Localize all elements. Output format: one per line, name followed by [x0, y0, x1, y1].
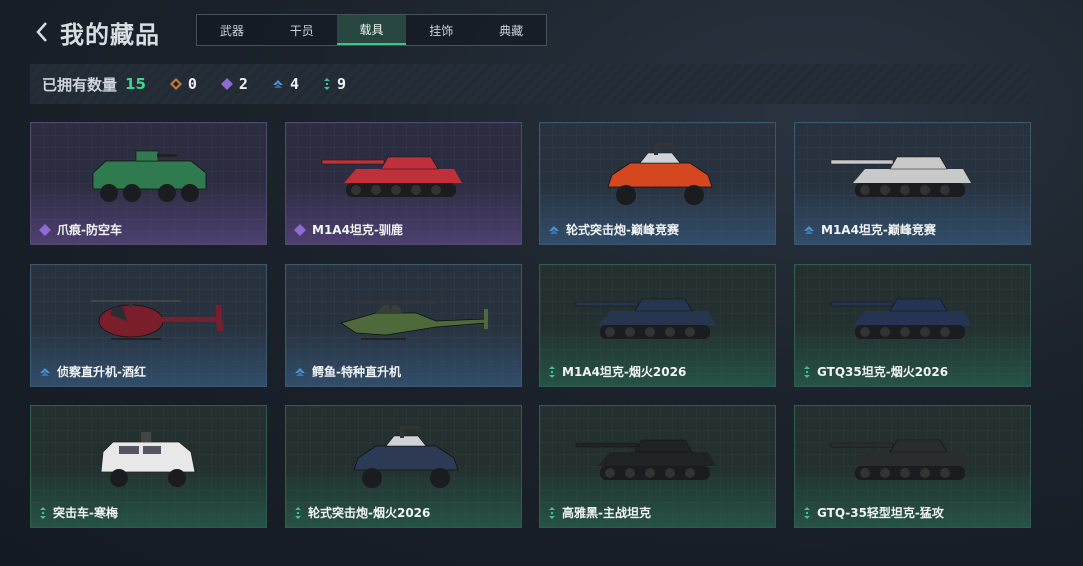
tank-image — [830, 298, 971, 339]
tier-stat-purple: 2 — [220, 75, 248, 93]
card-label: 侦察直升机-酒红 — [39, 363, 146, 380]
collection-card[interactable]: 突击车-寒梅 — [30, 405, 267, 528]
tab-charms[interactable]: 挂饰 — [406, 15, 476, 45]
green-dots-icon — [295, 506, 301, 519]
green-dots-icon — [804, 506, 810, 519]
card-label: 爪痕-防空车 — [39, 221, 122, 238]
tab-vehicles[interactable]: 载具 — [336, 15, 407, 45]
stats-bar: 已拥有数量 15 0 2 4 9 — [30, 64, 1030, 104]
card-name: M1A4坦克-驯鹿 — [312, 223, 403, 237]
attack-helicopter-image — [340, 302, 488, 340]
card-name: GTQ-35轻型坦克-猛攻 — [817, 506, 944, 520]
purple-diamond-icon — [39, 223, 51, 236]
collection-card[interactable]: 鳄鱼-特种直升机 — [285, 264, 522, 387]
collection-card[interactable]: M1A4坦克-巅峰竞赛 — [794, 122, 1031, 245]
collection-card[interactable]: 高雅黑-主战坦克 — [539, 405, 776, 528]
tier-count-purple: 2 — [238, 75, 248, 93]
orange-diamond-icon — [169, 78, 182, 90]
green-dots-icon — [804, 365, 810, 378]
collection-card[interactable]: M1A4坦克-烟火2026 — [539, 264, 776, 387]
blue-chevron-icon — [549, 225, 559, 234]
tank-image — [575, 298, 716, 339]
card-name: 突击车-寒梅 — [53, 506, 118, 520]
blue-chevron-icon — [295, 367, 305, 376]
tier-count-blue: 4 — [289, 75, 299, 93]
tier-count-orange: 0 — [187, 75, 197, 93]
card-label: 鳄鱼-特种直升机 — [294, 363, 401, 380]
tab-weapons[interactable]: 武器 — [197, 15, 267, 45]
tank-image — [575, 439, 716, 480]
collection-card[interactable]: 侦察直升机-酒红 — [30, 264, 267, 387]
owned-count: 15 — [125, 75, 146, 93]
header: 我的藏品 — [30, 12, 160, 52]
collection-card[interactable]: GTQ-35轻型坦克-猛攻 — [794, 405, 1031, 528]
card-label: GTQ35坦克-烟火2026 — [803, 363, 948, 380]
blue-chevron-icon — [40, 367, 50, 376]
tier-stat-green: 9 — [323, 75, 346, 93]
tank-image — [321, 156, 462, 197]
tier-stat-orange: 0 — [169, 75, 197, 93]
card-label: GTQ-35轻型坦克-猛攻 — [803, 504, 944, 521]
tank-image — [830, 156, 971, 197]
tab-collection[interactable]: 典藏 — [476, 15, 546, 45]
tier-count-green: 9 — [336, 75, 347, 93]
card-name: M1A4坦克-烟火2026 — [562, 365, 687, 379]
card-name: 鳄鱼-特种直升机 — [312, 365, 401, 379]
card-name: M1A4坦克-巅峰竞赛 — [821, 223, 936, 237]
card-name: GTQ35坦克-烟火2026 — [817, 365, 949, 379]
tab-operators[interactable]: 干员 — [267, 15, 337, 45]
buggy-image — [353, 426, 459, 488]
armored-car-image — [100, 432, 196, 487]
collection-card[interactable]: GTQ35坦克-烟火2026 — [794, 264, 1031, 387]
purple-diamond-icon — [220, 78, 233, 90]
collection-card[interactable]: 轮式突击炮-烟火2026 — [285, 405, 522, 528]
card-label: M1A4坦克-烟火2026 — [548, 363, 686, 380]
green-dots-icon — [323, 78, 330, 90]
collection-card[interactable]: 爪痕-防空车 — [30, 122, 267, 245]
wheeled-apc-image — [92, 150, 207, 202]
card-label: 突击车-寒梅 — [39, 504, 118, 521]
card-label: 轮式突击炮-烟火2026 — [294, 504, 430, 521]
green-dots-icon — [549, 365, 555, 378]
chevron-left-icon — [36, 22, 47, 42]
collection-card[interactable]: M1A4坦克-驯鹿 — [285, 122, 522, 245]
collection-card[interactable]: 轮式突击炮-巅峰竞赛 — [539, 122, 776, 245]
card-name: 爪痕-防空车 — [57, 223, 122, 237]
card-name: 轮式突击炮-烟火2026 — [308, 506, 431, 520]
blue-chevron-icon — [804, 225, 814, 234]
back-button[interactable] — [30, 16, 54, 48]
card-label: 轮式突击炮-巅峰竞赛 — [548, 221, 679, 238]
blue-chevron-icon — [272, 80, 283, 88]
buggy-image — [607, 143, 713, 205]
card-name: 侦察直升机-酒红 — [57, 365, 146, 379]
small-helicopter-image — [91, 300, 223, 340]
tank-image — [830, 439, 971, 480]
owned-label: 已拥有数量 — [42, 75, 118, 94]
card-name: 高雅黑-主战坦克 — [562, 506, 651, 520]
card-name: 轮式突击炮-巅峰竞赛 — [566, 223, 679, 237]
green-dots-icon — [40, 506, 46, 519]
card-label: M1A4坦克-驯鹿 — [294, 221, 403, 238]
card-label: 高雅黑-主战坦克 — [548, 504, 651, 521]
card-label: M1A4坦克-巅峰竞赛 — [803, 221, 936, 238]
category-tabs: 武器 干员 载具 挂饰 典藏 — [196, 14, 547, 46]
green-dots-icon — [549, 506, 555, 519]
page-title: 我的藏品 — [60, 20, 160, 49]
purple-diamond-icon — [294, 223, 306, 236]
tier-stat-blue: 4 — [272, 75, 299, 93]
